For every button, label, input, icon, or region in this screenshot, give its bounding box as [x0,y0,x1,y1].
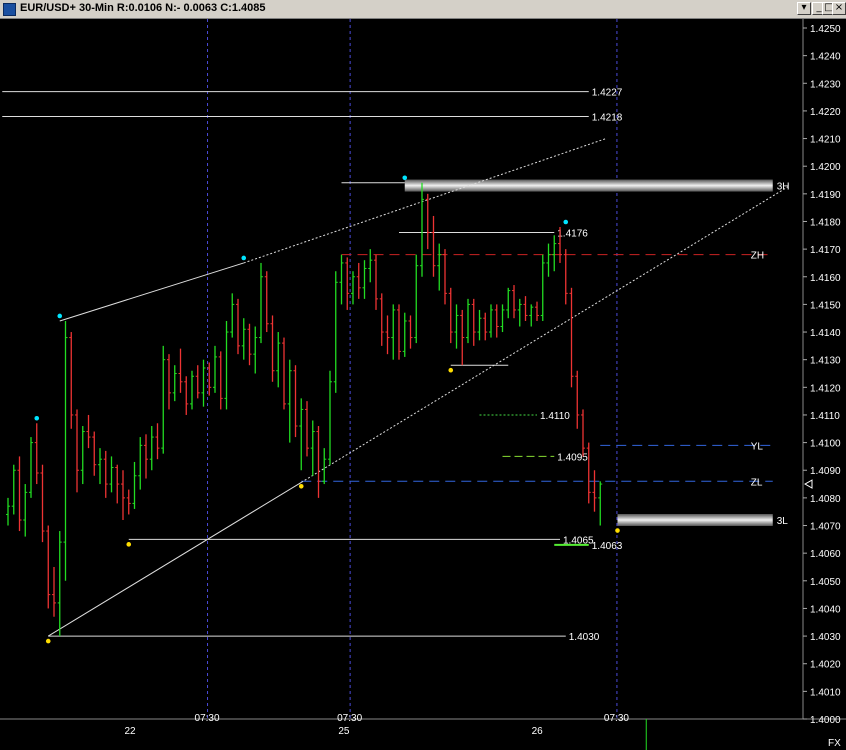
price-tick-label: 1.4050 [810,577,841,588]
level-label-ZH: ZH [751,251,764,262]
price-tick-label: 1.4230 [810,79,841,90]
day-label: 26 [532,726,544,737]
price-chart[interactable]: 1.42271.42181.41761.41101.40951.40651.40… [0,19,846,750]
price-tick-label: 1.4180 [810,217,841,228]
price-tick-label: 1.4220 [810,107,841,118]
level-label-YL: YL [751,441,764,452]
swing-point-marker [57,313,63,319]
price-tick-label: 1.4210 [810,135,841,146]
chart-background [0,19,846,750]
swing-point-marker [448,367,454,373]
price-tick-label: 1.4060 [810,549,841,560]
session-time-label: 07:30 [604,713,629,724]
app-icon [3,3,16,16]
price-tick-label: 1.4040 [810,604,841,615]
level-label-ZL: ZL [751,477,763,488]
price-tick-label: 1.4140 [810,328,841,339]
day-label: 25 [338,726,350,737]
price-tick-label: 1.4020 [810,660,841,671]
price-tick-label: 1.4100 [810,439,841,450]
price-tick-label: 1.4250 [810,24,841,35]
swing-point-marker [34,415,40,421]
swing-point-marker [563,219,569,225]
swing-point-marker [241,255,247,261]
price-tick-label: 1.4150 [810,300,841,311]
window-menu-button[interactable]: ▾ [797,2,811,15]
swing-point-marker [298,483,304,489]
price-tick-label: 1.4000 [810,715,841,726]
zone-bar-3H [404,179,773,192]
price-tick-label: 1.4070 [810,522,841,533]
price-tick-label: 1.4130 [810,356,841,367]
price-tick-label: 1.4200 [810,162,841,173]
swing-point-marker [615,528,620,533]
price-tick-label: 1.4110 [810,411,840,422]
title-bar: EUR/USD+ 30-Min R:0.0106 N:- 0.0063 C:1.… [0,0,846,19]
level-label-1.4218: 1.4218 [592,112,623,123]
zone-bar-3L [617,513,773,526]
price-tick-label: 1.4170 [810,245,841,256]
price-tick-label: 1.4190 [810,190,841,201]
close-button[interactable]: × [832,2,846,15]
price-tick-label: 1.4080 [810,494,841,505]
fx-label: FX [828,738,841,749]
swing-point-marker [45,638,51,644]
level-label-1.4227: 1.4227 [592,88,623,99]
level-label-1.4110: 1.4110 [540,411,570,422]
price-tick-label: 1.4160 [810,273,841,284]
price-tick-label: 1.4120 [810,383,841,394]
zone-label-3L: 3L [777,516,789,527]
level-label-1.4063: 1.4063 [592,541,623,552]
level-label-1.4030: 1.4030 [569,632,600,643]
session-time-label: 07:30 [195,713,220,724]
price-tick-label: 1.4030 [810,632,841,643]
level-label-1.4176: 1.4176 [557,229,588,240]
price-tick-label: 1.4090 [810,466,841,477]
window-title: EUR/USD+ 30-Min R:0.0106 N:- 0.0063 C:1.… [20,2,266,14]
session-time-label: 07:30 [337,713,362,724]
day-label: 22 [124,726,136,737]
price-tick-label: 1.4010 [810,687,841,698]
price-tick-label: 1.4240 [810,52,841,63]
swing-point-marker [126,542,132,547]
swing-point-marker [402,175,408,181]
